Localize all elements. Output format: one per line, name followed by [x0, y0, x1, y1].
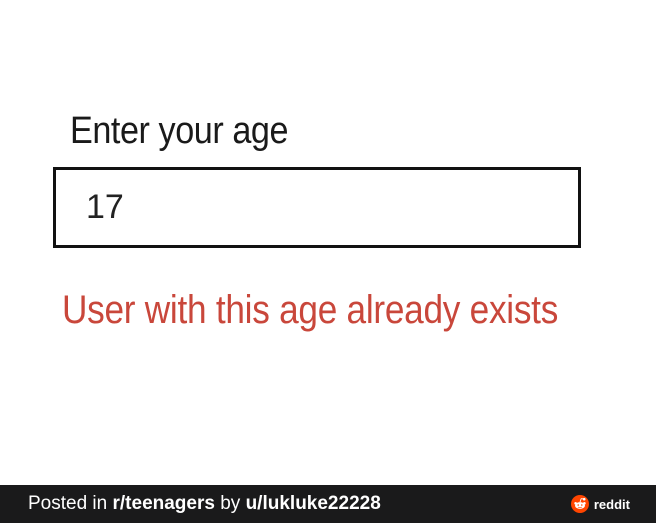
screenshot-canvas: Enter your age User with this age alread…	[0, 0, 656, 523]
by-text: by	[214, 493, 246, 514]
reddit-logo-icon	[570, 495, 589, 513]
reddit-brand: reddit	[570, 495, 630, 513]
subreddit-link[interactable]: r/teenagers	[113, 493, 215, 514]
reddit-footer-bar: Posted in r/teenagers by u/lukluke22228 …	[0, 485, 656, 523]
error-message: User with this age already exists	[62, 288, 559, 332]
age-input[interactable]	[53, 167, 581, 248]
posted-in-text: Posted in	[28, 493, 113, 514]
age-label: Enter your age	[70, 110, 289, 152]
post-credit: Posted in r/teenagers by u/lukluke22228	[28, 493, 381, 515]
username-link[interactable]: u/lukluke22228	[246, 493, 381, 514]
reddit-brand-name: reddit	[593, 496, 630, 512]
age-form: Enter your age User with this age alread…	[0, 0, 656, 485]
